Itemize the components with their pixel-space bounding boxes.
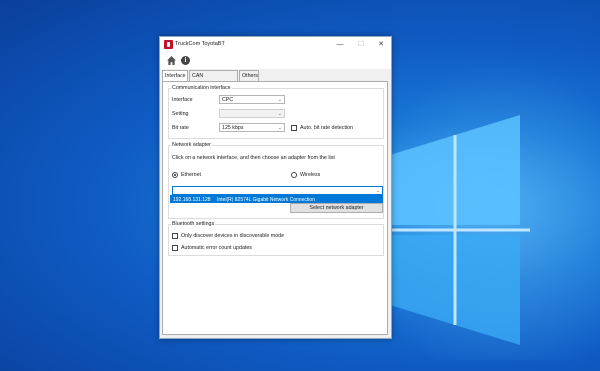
select-network-adapter-button[interactable]: Select network adapter — [290, 203, 383, 213]
auto-bitrate-checkbox[interactable] — [291, 125, 297, 131]
network-title: Network adapter — [171, 142, 212, 148]
ethernet-label: Ethernet — [181, 172, 202, 178]
adapter-select[interactable]: ⌄ — [172, 186, 383, 195]
setting-select: ⌄ — [219, 109, 285, 118]
home-icon[interactable] — [167, 56, 176, 65]
communication-group: Communication interface Interface CPC ⌄ … — [168, 85, 384, 139]
close-button[interactable]: ✕ — [371, 37, 391, 52]
chevron-down-icon: ⌄ — [277, 97, 282, 103]
network-instruction: Click on a network interface, and then c… — [172, 155, 335, 161]
bluetooth-group: Bluetooth settings Only discover devices… — [168, 221, 384, 256]
toolbar: i — [160, 52, 391, 69]
error-count-checkbox[interactable] — [172, 245, 178, 251]
communication-title: Communication interface — [171, 85, 232, 91]
tab-others[interactable]: Others — [239, 70, 259, 81]
error-count-label: Automatic error count updates — [181, 245, 252, 251]
ethernet-radio[interactable] — [172, 172, 178, 178]
interface-select[interactable]: CPC ⌄ — [219, 95, 285, 104]
bitrate-label: Bit rate — [172, 125, 189, 131]
chevron-down-icon: ⌄ — [375, 188, 380, 194]
adapter-dropdown-option[interactable]: 192.168.131.128 Intel(R) 82574L Gigabit … — [170, 195, 383, 203]
minimize-button[interactable]: — — [330, 37, 350, 52]
adapter-option-name: Intel(R) 82574L Gigabit Network Connecti… — [217, 197, 315, 203]
interface-value: CPC — [222, 97, 234, 103]
maximize-button[interactable]: ☐ — [351, 37, 371, 52]
chevron-down-icon: ⌄ — [277, 125, 282, 131]
auto-bitrate-label: Auto. bit rate detection — [300, 125, 354, 131]
tab-can-communication[interactable]: CAN Communication — [189, 70, 238, 90]
network-group: Network adapter Click on a network inter… — [168, 142, 384, 219]
interface-label: Interface — [172, 97, 193, 103]
setting-label: Setting — [172, 111, 189, 117]
bluetooth-title: Bluetooth settings — [171, 221, 216, 227]
title-bar: TruckCom ToyotaBT — ☐ ✕ — [160, 37, 391, 52]
windows-logo — [390, 115, 530, 345]
wireless-radio[interactable] — [291, 172, 297, 178]
bitrate-select[interactable]: 125 kbps ⌄ — [219, 123, 285, 132]
chevron-down-icon: ⌄ — [277, 111, 282, 117]
app-window: TruckCom ToyotaBT — ☐ ✕ i Interface CAN … — [159, 36, 392, 339]
app-icon — [164, 40, 173, 49]
discoverable-checkbox[interactable] — [172, 233, 178, 239]
tab-panel: Communication interface Interface CPC ⌄ … — [162, 81, 388, 335]
wireless-label: Wireless — [300, 172, 321, 178]
bitrate-value: 125 kbps — [222, 125, 244, 131]
info-icon[interactable]: i — [181, 56, 190, 65]
discoverable-label: Only discover devices in discoverable mo… — [181, 233, 285, 239]
adapter-option-ip: 192.168.131.128 — [173, 197, 211, 203]
window-title: TruckCom ToyotaBT — [175, 41, 225, 47]
